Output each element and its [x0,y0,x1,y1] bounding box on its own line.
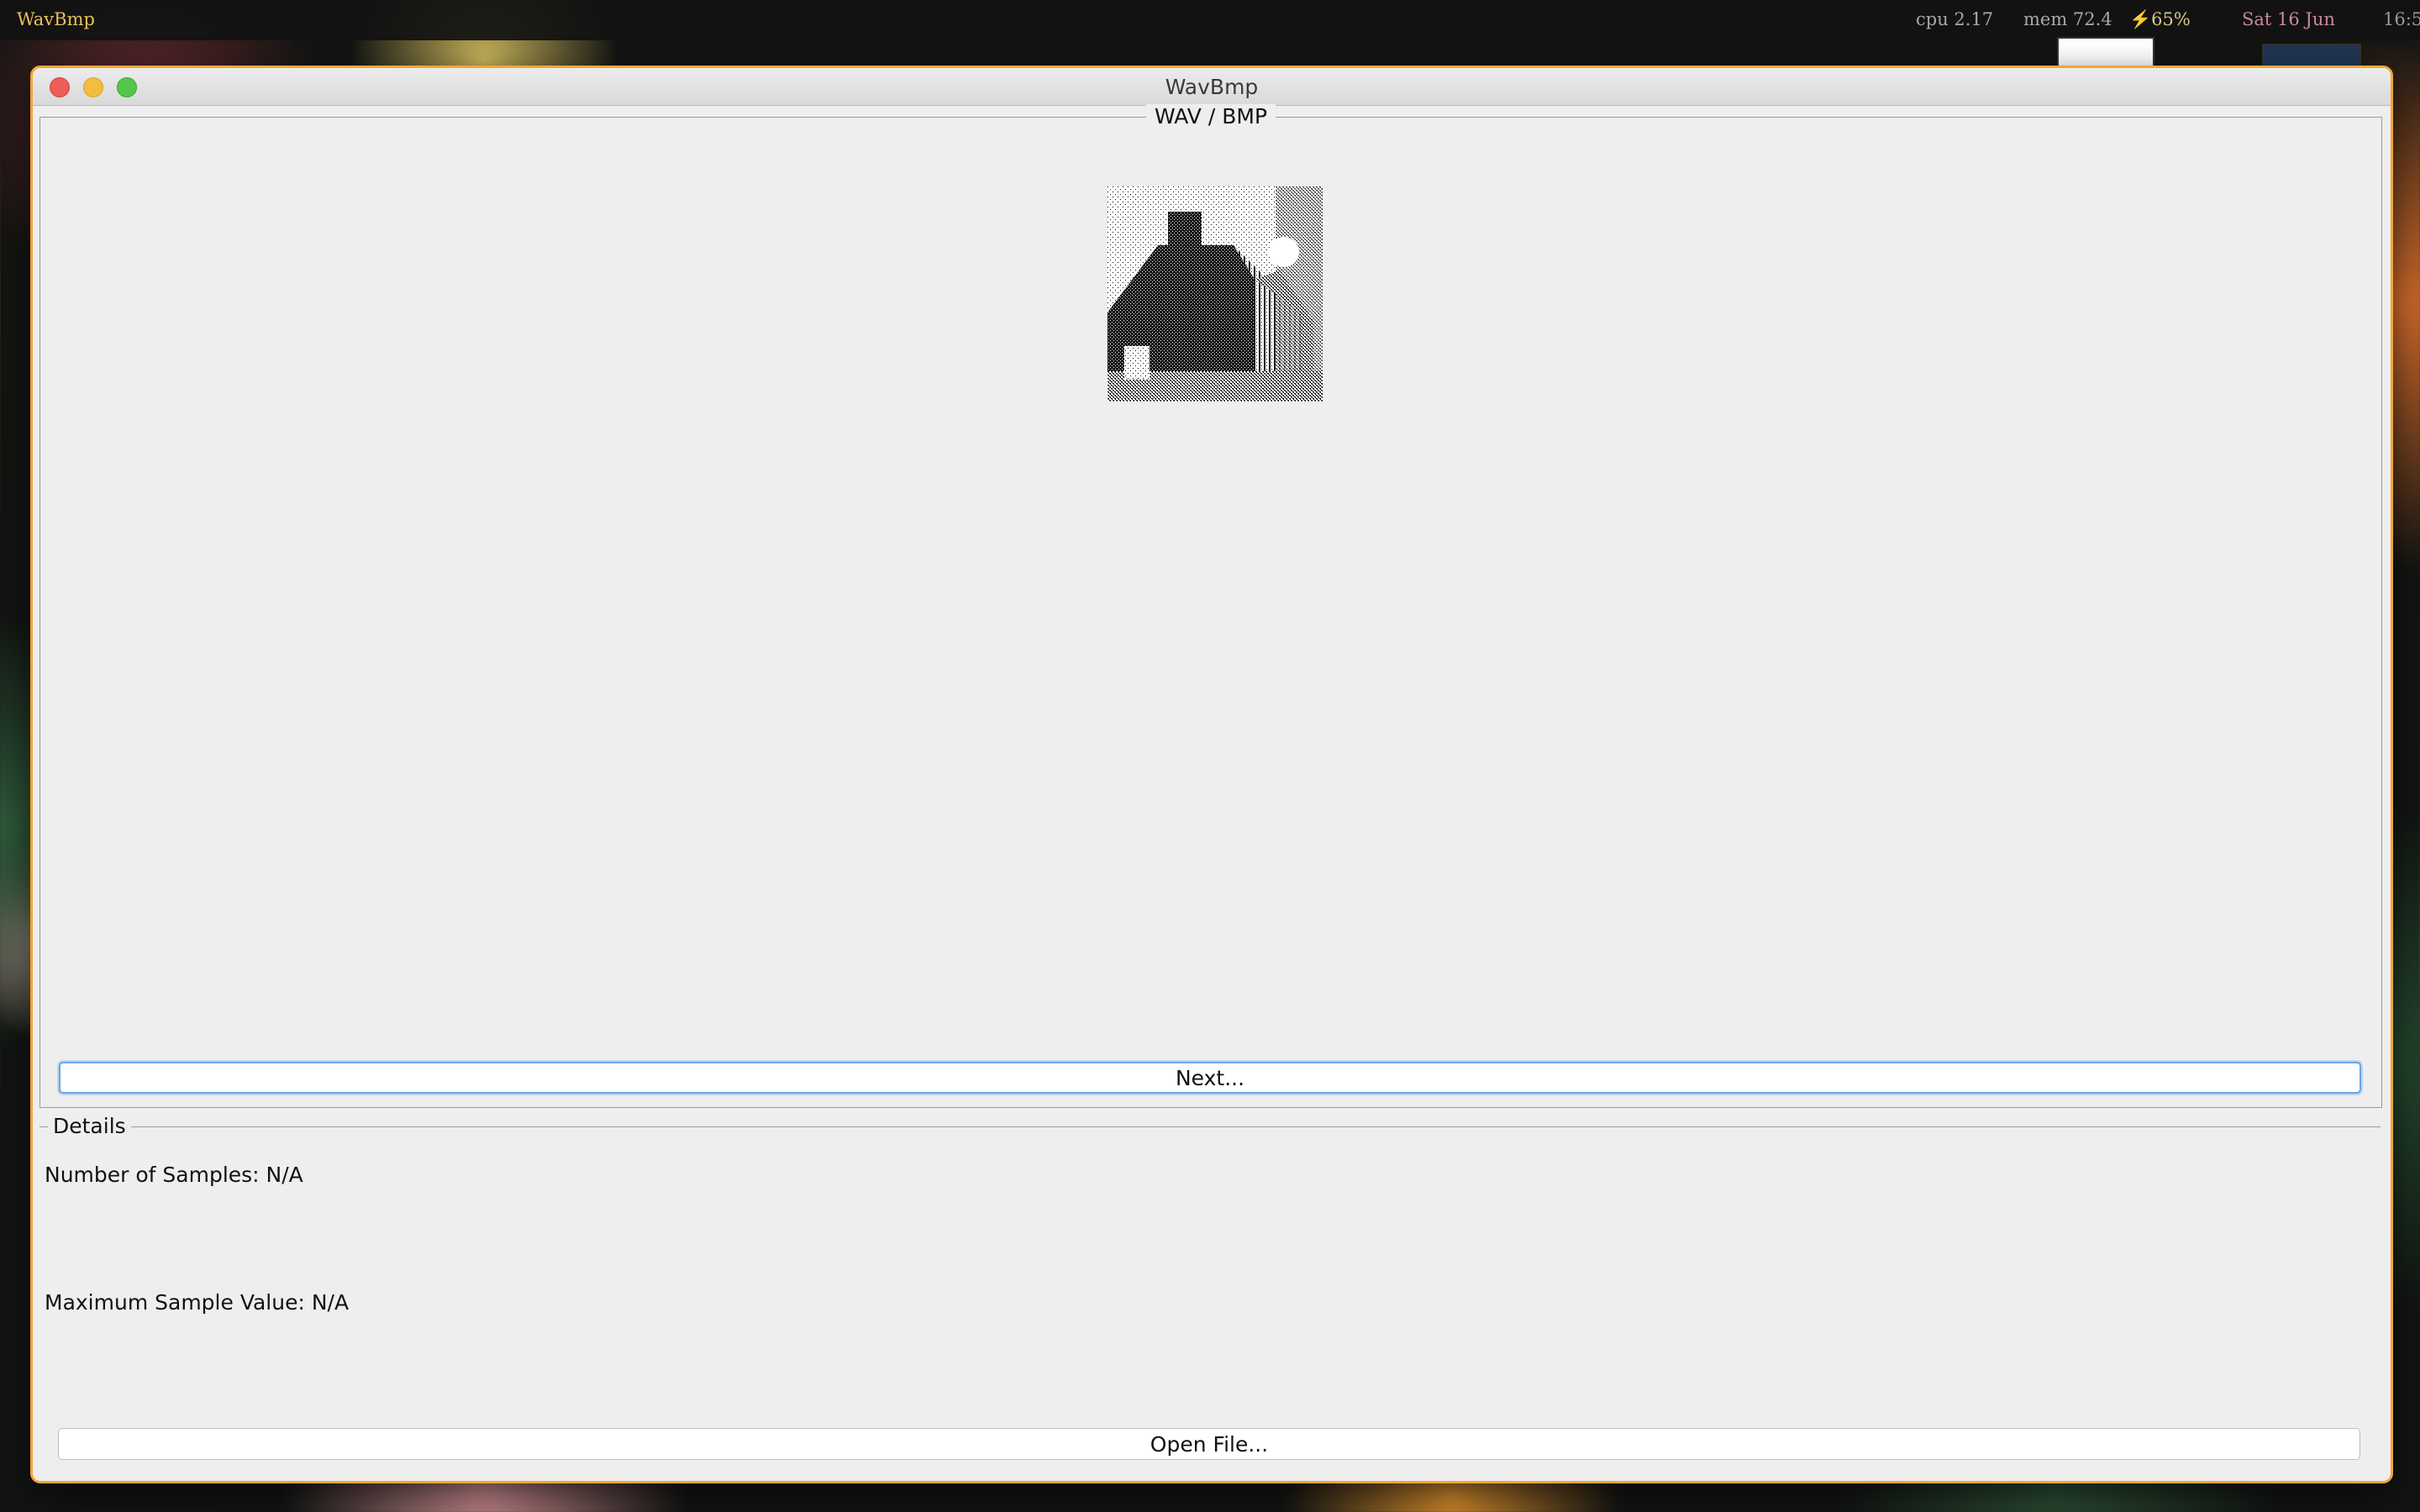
desktop-thumbnail [2057,37,2154,69]
maximum-sample-value-label: Maximum Sample Value: N/A [45,1290,350,1315]
menu-status-bar: WavBmp cpu 2.17 mem 72.4 ⚡65% Sat 16 Jun… [0,0,2420,40]
app-window: WavBmp WAV / BMP Next... Details Number … [30,66,2393,1483]
next-button[interactable]: Next... [59,1062,2361,1094]
number-of-samples-label: Number of Samples: N/A [45,1163,303,1187]
bitmap-preview-image [1107,186,1323,402]
details-title: Details [48,1114,131,1138]
memory-indicator: mem 72.4 [2023,9,2112,29]
battery-indicator: ⚡65% [2129,9,2191,29]
clock: 16:55 [2383,9,2420,29]
cpu-indicator: cpu 2.17 [1916,9,1994,29]
wav-bmp-panel: WAV / BMP Next... [39,104,2382,1108]
window-title: WavBmp [1165,75,1259,99]
window-titlebar[interactable]: WavBmp [33,68,2391,106]
details-panel: Details Number of Samples: N/A Maximum S… [39,1114,2381,1473]
panel-title: WAV / BMP [1145,104,1276,129]
open-file-button[interactable]: Open File... [58,1428,2360,1460]
active-app-name[interactable]: WavBmp [17,9,95,29]
date-indicator: Sat 16 Jun [2242,9,2335,29]
